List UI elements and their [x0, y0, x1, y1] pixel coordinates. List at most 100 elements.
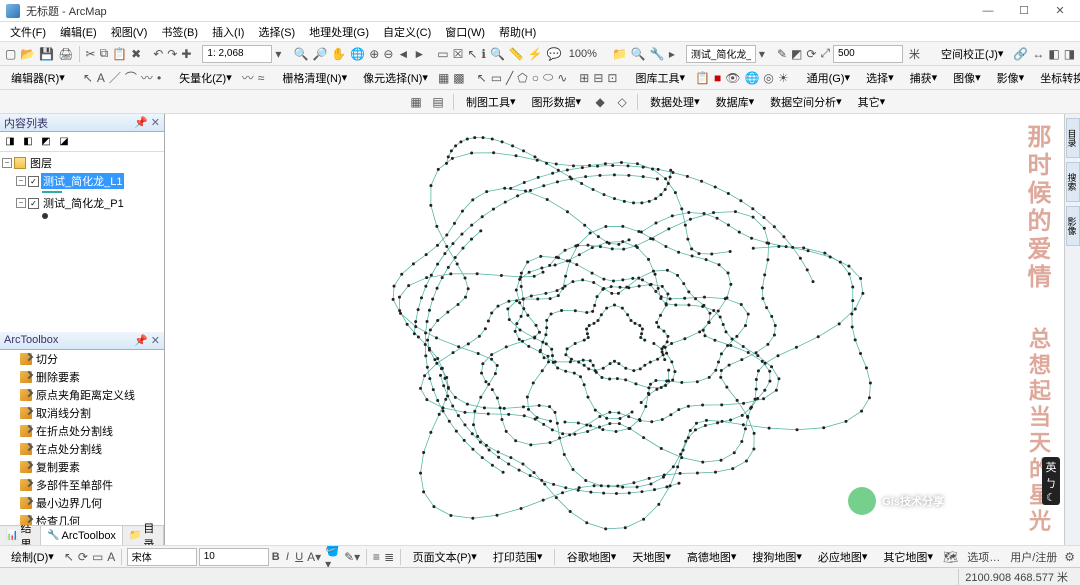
link-icon[interactable]: 🔗 [1012, 44, 1029, 64]
tab-arctoolbox[interactable]: 🔧 ArcToolbox [41, 526, 123, 545]
point-icon[interactable]: • [156, 68, 162, 88]
python-icon[interactable]: ▸ [668, 44, 676, 64]
toolbox-item[interactable]: 检查几何 [0, 512, 164, 526]
modify-icon[interactable]: ◩ [790, 44, 803, 64]
group-capture[interactable]: 捕获▾ [903, 68, 945, 88]
trace-icon[interactable]: 〰 [140, 68, 154, 88]
grid3-icon[interactable]: ⊡ [606, 68, 618, 88]
toolbox-item[interactable]: 取消线分割 [0, 404, 164, 422]
polygon-icon[interactable]: ⬠ [516, 68, 528, 88]
graphic-data-menu[interactable]: 图形数据▾ [525, 92, 589, 112]
print-extent-menu[interactable]: 打印范围▾ [486, 547, 550, 567]
menu-window[interactable]: 窗口(W) [439, 22, 491, 42]
sogou-map[interactable]: 搜狗地图▾ [745, 547, 809, 567]
menu-help[interactable]: 帮助(H) [493, 22, 542, 42]
new-icon[interactable]: ▢ [4, 44, 17, 64]
sun-icon[interactable]: ☀ [777, 68, 790, 88]
edit-annotation-icon[interactable]: A [96, 68, 106, 88]
save-icon[interactable]: 💾 [38, 44, 55, 64]
undo-icon[interactable]: ↶ [152, 44, 164, 64]
list-drawing-icon[interactable]: ◨ [2, 134, 18, 150]
imagery-tab[interactable]: 影像 [1066, 206, 1080, 246]
rotate2-icon[interactable]: ⟳ [77, 547, 89, 567]
layer-label[interactable]: 测试_简化龙_L1 [41, 173, 124, 189]
tree-root[interactable]: − 图层 [2, 154, 162, 172]
redo-icon[interactable]: ↷ [166, 44, 178, 64]
fixed-zoom-in-icon[interactable]: ⊕ [368, 44, 380, 64]
layer-item-1[interactable]: − ✓ 测试_简化龙_L1 [2, 172, 162, 190]
grid1-icon[interactable]: ⊞ [578, 68, 590, 88]
search-tab[interactable]: 搜索 [1066, 162, 1080, 202]
layer-select-combo[interactable] [686, 45, 756, 63]
fixed-zoom-out-icon[interactable]: ⊖ [382, 44, 394, 64]
expander-icon[interactable]: − [2, 158, 12, 168]
prev-extent-icon[interactable]: ◄ [396, 44, 410, 64]
pointer-icon[interactable]: ↖ [476, 68, 488, 88]
ime-badge[interactable]: 英ㄅ☾ [1042, 457, 1060, 505]
add-data-icon[interactable]: ✚ [180, 44, 192, 64]
list-visibility-icon[interactable]: ◩ [38, 134, 54, 150]
print-icon[interactable]: 🖨 [57, 44, 74, 64]
select-icon[interactable]: ▭ [436, 44, 449, 64]
minimize-button[interactable]: — [974, 2, 1002, 20]
toolbox-icon[interactable]: 🔧 [649, 44, 666, 64]
field-icon[interactable]: ▤ [428, 92, 448, 112]
toolbox-list[interactable]: 切分删除要素原点夹角距离定义线取消线分割在折点处分割线在点处分割线复制要素多部件… [0, 350, 164, 526]
layer-symbol-2[interactable] [2, 212, 162, 220]
raster-cleanup-menu[interactable]: 栅格清理(N) ▾ [275, 68, 354, 88]
zoom-out-icon[interactable]: 🔎 [311, 44, 328, 64]
paste-icon[interactable]: 📋 [111, 44, 128, 64]
google-map[interactable]: 谷歌地图▾ [560, 547, 624, 567]
next-extent-icon[interactable]: ► [412, 44, 426, 64]
scale-icon[interactable]: ⤢ [819, 44, 831, 64]
edit-tool-icon[interactable]: ↖ [82, 68, 94, 88]
rect-icon[interactable]: ▭ [91, 547, 104, 567]
target-icon[interactable]: ◎ [762, 68, 774, 88]
expander-icon[interactable]: − [16, 198, 26, 208]
toolbox-item[interactable]: 复制要素 [0, 458, 164, 476]
checkbox-icon[interactable]: ✓ [28, 176, 39, 187]
straight-segment-icon[interactable]: ／ [108, 68, 122, 88]
tab-catalog[interactable]: 📁 目录 [123, 526, 164, 545]
catalog-tab[interactable]: 目录 [1066, 118, 1080, 158]
measure-icon[interactable]: 📏 [508, 44, 525, 64]
list-selection-icon[interactable]: ◪ [56, 134, 72, 150]
menu-bookmarks[interactable]: 书签(B) [155, 22, 204, 42]
data-proc-menu[interactable]: 数据处理▾ [643, 92, 707, 112]
hyperlink-icon[interactable]: ⚡ [527, 44, 544, 64]
layer-label[interactable]: 测试_简化龙_P1 [41, 195, 126, 211]
other-map[interactable]: 其它地图▾ [876, 547, 940, 567]
group-image[interactable]: 图像▾ [946, 68, 988, 88]
fill-color-icon[interactable]: 🪣▾ [324, 547, 341, 567]
open-icon[interactable]: 📂 [19, 44, 36, 64]
carto-tools-menu[interactable]: 制图工具▾ [459, 92, 523, 112]
group-general[interactable]: 通用(G)▾ [800, 68, 857, 88]
pin-icon[interactable]: 📌 ✕ [134, 334, 160, 347]
editor-menu[interactable]: 编辑器(R) ▾ [4, 68, 72, 88]
scale-combo[interactable] [202, 45, 272, 63]
align-left-icon[interactable]: ≡ [372, 547, 382, 567]
line-color-icon[interactable]: ✎▾ [343, 547, 361, 567]
edit-icon[interactable]: ✎ [776, 44, 788, 64]
pan-icon[interactable]: ✋ [330, 44, 347, 64]
database-menu[interactable]: 数据库▾ [709, 92, 762, 112]
grid-icon[interactable]: ▦ [437, 68, 450, 88]
font-color-icon[interactable]: A▾ [306, 547, 322, 567]
spy-icon[interactable]: 👁 [724, 68, 741, 88]
settings-icon[interactable]: ⚙ [1063, 547, 1076, 567]
toolbox-item[interactable]: 原点夹角距离定义线 [0, 386, 164, 404]
delete-icon[interactable]: ✖ [130, 44, 142, 64]
pointer2-icon[interactable]: ↖ [63, 547, 75, 567]
menu-select[interactable]: 选择(S) [252, 22, 301, 42]
vectorize2-icon[interactable]: ≈ [257, 68, 266, 88]
select-elements-icon[interactable]: ↖ [466, 44, 478, 64]
menu-edit[interactable]: 编辑(E) [54, 22, 103, 42]
options-label[interactable]: 选项… [963, 549, 1004, 565]
pin-icon[interactable]: 📌 ✕ [134, 116, 160, 129]
menu-geoprocessing[interactable]: 地理处理(G) [303, 22, 375, 42]
map-layer-icon[interactable]: 🗺 [942, 547, 959, 567]
drawing-menu[interactable]: 绘制(D) ▾ [4, 547, 61, 567]
clear-selection-icon[interactable]: ☒ [452, 44, 465, 64]
cell-icon[interactable]: ▩ [452, 68, 465, 88]
maximize-button[interactable]: ☐ [1010, 2, 1038, 20]
